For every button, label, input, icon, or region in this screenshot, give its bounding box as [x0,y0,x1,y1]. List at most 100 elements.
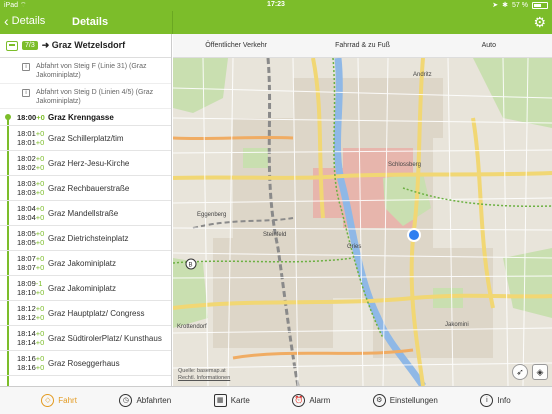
stop-time: 18:07 [17,254,36,263]
stop-item[interactable]: 18:09-1 18:10+0 Graz Jakominiplatz [0,276,171,301]
map-label: Schlossberg [388,162,421,168]
departure-info: i Abfahrt von Steig D (Linien 4/5) (Graz… [0,84,171,109]
stop-time: 18:05 [17,229,36,238]
stop-delay: +0 [36,112,45,122]
stop-delay: -1 [35,279,43,288]
stop-times: 18:00+0 [17,113,48,122]
stop-delay: +0 [35,288,45,297]
stop-time: 18:01 [17,129,36,138]
stop-delay: +0 [35,154,45,163]
stop-times: 18:04+0 18:04+0 [17,204,48,222]
stop-name: Graz Mandellstraße [48,208,119,218]
stop-item[interactable]: 18:03+0 18:03+0 Graz Rechbauerstraße [0,176,171,201]
stop-times: 18:09-1 18:10+0 [17,279,48,297]
tab-einstellungen[interactable]: ⚙ Einstellungen [372,394,438,407]
map-label: Jakomini [445,322,469,328]
split-divider [172,11,173,34]
stop-time: 18:03 [17,179,36,188]
stop-time: 18:16 [17,354,36,363]
stop-item[interactable]: 18:16+0 18:16+0 Graz Roseggerhaus [0,351,171,376]
route-header: 7/3 ➜ Graz Wetzelsdorf [0,34,171,58]
map-label: Andritz [413,72,432,78]
stop-item[interactable]: 18:05+0 18:05+0 Graz Dietrichsteinplatz [0,226,171,251]
back-button[interactable]: ‹ Details [4,13,45,29]
stop-name: Graz Rechbauerstraße [48,183,130,193]
tab-abfahrten[interactable]: ◷ Abfahrten [119,394,171,407]
stop-delay: +0 [35,213,45,222]
stop-time: 18:02 [17,154,36,163]
stop-time: 18:12 [17,304,36,313]
location-arrow-icon: ➤ [492,2,499,9]
stop-times: 18:02+0 18:02+0 [17,154,48,172]
tab-alarm[interactable]: ⏰ Alarm [292,394,330,407]
stop-name: Graz Jakominiplatz [48,258,117,268]
departure-info: i Abfahrt von Steig F (Linie 31) (Graz J… [0,58,171,84]
map-layers-button[interactable]: ◈ [532,364,548,380]
alarm-icon: ⏰ [292,394,306,407]
stop-item[interactable]: 18:01+0 18:01+0 Graz Schillerplatz/tim [0,126,171,151]
info-note-icon: i [22,63,30,71]
map-view[interactable]: Eggenberg Gries Jakomini Krottendorf And… [173,58,552,386]
bluetooth-icon: ✱ [502,2,509,9]
tab-label: Alarm [309,396,331,405]
stop-delay: +0 [35,254,45,263]
stop-time: 18:00 [17,112,37,122]
tab-karte[interactable]: ▦ Karte [213,394,250,407]
stop-time: 18:01 [17,138,36,147]
stop-delay: +0 [35,363,45,372]
line-badge: 7/3 [22,41,38,50]
stop-delay: +0 [35,229,45,238]
stop-item[interactable]: 18:07+0 18:07+0 Graz Jakominiplatz [0,251,171,276]
stop-name: Graz Roseggerhaus [48,358,120,368]
stop-time: 18:14 [17,338,36,347]
map-label: Krottendorf [177,324,207,330]
stop-time: 18:02 [17,163,36,172]
tab-label: Karte [230,396,250,405]
current-location-dot[interactable] [409,230,419,240]
map-canvas[interactable]: Eggenberg Gries Jakomini Krottendorf And… [173,58,552,386]
stop-delay: +0 [35,238,45,247]
stop-item[interactable]: 18:02+0 18:02+0 Graz Herz-Jesu-Kirche [0,151,171,176]
stop-item[interactable]: 18:04+0 18:04+0 Graz Mandellstraße [0,201,171,226]
stop-time: 18:16 [17,363,36,372]
transport-mode-tabs: Öffentlicher Verkehr Fahrrad & zu Fuß Au… [173,34,552,58]
chevron-left-icon: ‹ [4,13,9,29]
tab-car[interactable]: Auto [426,34,552,57]
tab-bike-walk[interactable]: Fahrrad & zu Fuß [299,34,425,57]
layers-icon: ◈ [536,367,544,377]
stop-name: Graz Schillerplatz/tim [48,133,124,143]
stop-item[interactable]: 18:00+0 Graz Krenngasse [0,109,171,126]
stop-times: 18:05+0 18:05+0 [17,229,48,247]
stop-time: 18:05 [17,238,36,247]
tab-info[interactable]: i Info [480,394,511,407]
status-bar: iPad ⌔ 17:23 ➤ ✱ 57 % [0,0,552,11]
gear-icon: ⚙ [533,14,546,30]
battery-fill [534,3,541,7]
stop-time: 18:10 [17,288,36,297]
bus-stop-marker-label: B [189,263,193,269]
stop-times: 18:01+0 18:01+0 [17,129,48,147]
tab-public-transport[interactable]: Öffentlicher Verkehr [173,34,299,57]
tab-label: Einstellungen [389,396,438,405]
stop-name: Graz Hauptplatz/ Congress [48,308,145,318]
locate-me-button[interactable]: ➶ [512,364,528,380]
stop-name: Graz Dietrichsteinplatz [48,233,129,243]
settings-button[interactable]: ⚙ [533,14,546,31]
legal-info-link[interactable]: Rechtl. Informationen [178,375,230,381]
tab-fahrt[interactable]: ◇ Fahrt [41,394,77,407]
stop-time: 18:12 [17,313,36,322]
stop-time: 18:03 [17,188,36,197]
stop-time: 18:14 [17,329,36,338]
route-destination: ➜ Graz Wetzelsdorf [41,40,126,50]
stop-name: Graz SüdtirolerPlatz/ Kunsthaus [48,333,162,343]
stop-item[interactable]: 18:12+0 18:12+0 Graz Hauptplatz/ Congress [0,301,171,326]
start-dot [5,114,11,120]
stop-item[interactable]: 18:14+0 18:14+0 Graz SüdtirolerPlatz/ Kun… [0,326,171,351]
stop-delay: +0 [35,163,45,172]
departure-info-text: Abfahrt von Steig F (Linie 31) (Graz Jak… [36,63,147,79]
map-label: Eggenberg [197,212,226,218]
page-title: Details [72,16,109,28]
info-icon: i [480,394,494,407]
stop-times: 18:03+0 18:03+0 [17,179,48,197]
map-label: Steinfeld [263,232,286,238]
